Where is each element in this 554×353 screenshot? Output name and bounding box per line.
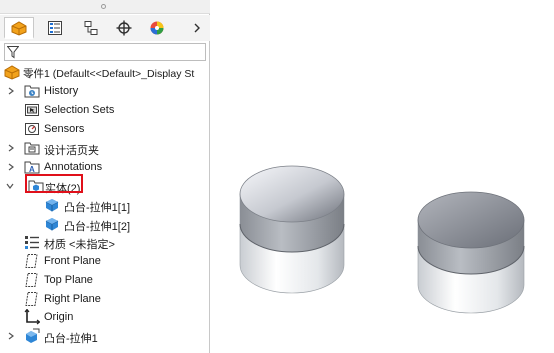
origin-icon (24, 309, 40, 325)
selection-sets-icon (24, 102, 40, 118)
dimxpert-icon (116, 20, 132, 36)
tree-item-selection-sets[interactable]: Selection Sets (0, 101, 210, 119)
tree-root-part[interactable]: 零件1 (Default<<Default>_Display St (0, 63, 210, 81)
svg-text:A: A (29, 165, 35, 174)
tab-feature-manager[interactable] (4, 17, 34, 39)
expand-caret-icon[interactable] (7, 87, 15, 95)
tree-item-label: Front Plane (44, 255, 101, 267)
tab-configuration-manager[interactable] (76, 17, 106, 39)
plane-icon (24, 272, 40, 288)
tree-item-label: Origin (44, 311, 74, 323)
plane-icon (24, 291, 40, 307)
feature-manager-panel: 零件1 (Default<<Default>_Display St Histor… (0, 0, 210, 353)
tree-item-solid-body-1[interactable]: 凸台-拉伸1[1] (0, 196, 210, 214)
annotations-icon: A (24, 159, 40, 175)
tree-item-right-plane[interactable]: Right Plane (0, 290, 210, 308)
model-view (239, 165, 525, 314)
material-icon (24, 234, 40, 250)
tree-item-label: Annotations (44, 161, 103, 173)
expand-caret-icon[interactable] (7, 144, 15, 152)
solid-body-icon (44, 197, 60, 213)
part-icon (4, 64, 20, 80)
tree-item-label: 设计活页夹 (44, 145, 99, 157)
tree-item-label: Right Plane (44, 293, 101, 305)
panel-grip[interactable] (0, 0, 210, 14)
tree-item-label: Top Plane (44, 274, 93, 286)
tree-item-label: Sensors (44, 123, 85, 135)
feature-manager-icon (11, 20, 27, 36)
configuration-manager-icon (84, 21, 98, 35)
display-manager-icon (150, 21, 164, 35)
tree-item-history[interactable]: History (0, 82, 210, 100)
tree-item-material[interactable]: 材质 <未指定> (0, 233, 210, 251)
tree-item-front-plane[interactable]: Front Plane (0, 252, 210, 270)
grip-handle-icon[interactable] (101, 4, 106, 9)
tab-dimxpert-manager[interactable] (109, 17, 139, 39)
expand-caret-icon[interactable] (7, 332, 15, 340)
tab-property-manager[interactable] (40, 17, 70, 39)
tree-item-label: Selection Sets (44, 104, 115, 116)
tree-filter-input[interactable] (4, 43, 206, 61)
tree-item-top-plane[interactable]: Top Plane (0, 271, 210, 289)
more-tabs-button[interactable] (190, 17, 204, 39)
tree-item-label: 凸台-拉伸1 (44, 333, 98, 345)
tree-item-label: 材质 <未指定> (44, 239, 115, 251)
property-manager-icon (48, 21, 62, 35)
tree-item-sensors[interactable]: Sensors (0, 120, 210, 138)
tree-root-label: 零件1 (Default<<Default>_Display St (23, 68, 195, 80)
solid-body-icon (44, 216, 60, 232)
tab-display-manager[interactable] (142, 17, 172, 39)
annotation-highlight-box (25, 174, 83, 193)
tree-item-design-binder[interactable]: 设计活页夹 (0, 139, 210, 157)
history-folder-icon (24, 83, 40, 99)
manager-tabs (0, 15, 210, 41)
tree-item-label: 凸台-拉伸1[1] (64, 202, 131, 214)
tree-item-origin[interactable]: Origin (0, 308, 210, 326)
design-binder-icon (24, 140, 40, 156)
solid-body-left[interactable] (239, 165, 345, 294)
boss-extrude-icon (24, 328, 40, 344)
tree-item-label: 凸台-拉伸1[2] (64, 221, 131, 233)
graphics-viewport[interactable] (211, 0, 554, 353)
tree-item-solid-body-2[interactable]: 凸台-拉伸1[2] (0, 215, 210, 233)
filter-icon (7, 46, 19, 59)
plane-icon (24, 253, 40, 269)
expand-caret-icon[interactable] (7, 163, 15, 171)
solid-body-right[interactable] (417, 191, 525, 314)
tree-item-label: History (44, 85, 79, 97)
sensors-icon (24, 121, 40, 137)
tree-item-boss-extrude[interactable]: 凸台-拉伸1 (0, 327, 210, 345)
chevron-right-icon (194, 23, 200, 33)
collapse-caret-icon[interactable] (6, 182, 14, 190)
